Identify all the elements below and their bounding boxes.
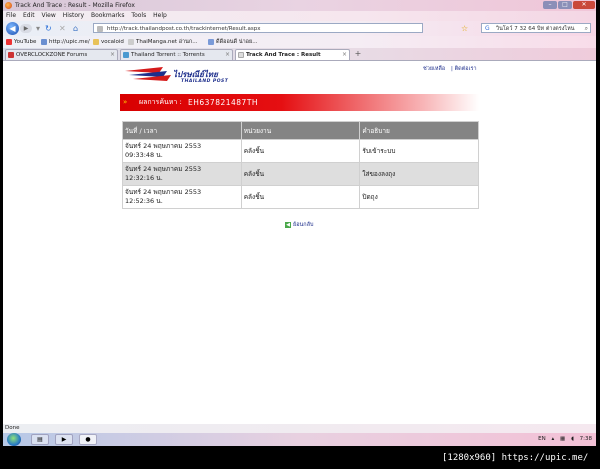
network-icon[interactable]: ▦ xyxy=(560,436,565,442)
tab-overclockzone[interactable]: OVERCLOCKZONE Forums × xyxy=(5,49,118,60)
menu-bookmarks[interactable]: Bookmarks xyxy=(91,12,125,19)
menu-tools[interactable]: Tools xyxy=(131,12,146,19)
back-link[interactable]: ◀ ย้อนกลับ xyxy=(285,221,313,229)
bookmark-thaimanga[interactable]: ThaiManga.net อ่านก... xyxy=(128,36,197,48)
bookmark-upic[interactable]: http://upic.me/ xyxy=(41,36,90,48)
taskbar: ▤ ▶ ● EN ▴ ▦ ◖ 7:38 xyxy=(3,433,596,446)
cell-office: คลังชิ้น xyxy=(240,162,361,186)
tab-close-icon[interactable]: × xyxy=(110,50,115,60)
browser-window: Track And Trace : Result - Mozilla Firef… xyxy=(3,0,596,446)
language-indicator[interactable]: EN xyxy=(538,436,546,442)
menu-help[interactable]: Help xyxy=(153,12,167,19)
cell-datetime: จันทร์ 24 พฤษภาคม 2553 12:52:36 น. xyxy=(122,185,242,209)
close-window-button[interactable]: ✕ xyxy=(573,1,595,9)
bookmark-star-icon[interactable]: ☆ xyxy=(461,24,468,33)
title-bar: Track And Trace : Result - Mozilla Firef… xyxy=(3,0,596,11)
cell-office: คลังชิ้น xyxy=(240,185,361,209)
page-icon xyxy=(128,38,134,45)
cell-datetime: จันทร์ 24 พฤษภาคม 2553 12:32:16 น. xyxy=(122,162,242,186)
menu-view[interactable]: View xyxy=(42,12,56,19)
upic-icon xyxy=(41,38,47,45)
result-header-bar: » ผลการค้นหา : EH637821487TH xyxy=(120,94,479,111)
firefox-icon xyxy=(5,2,12,9)
google-icon: G xyxy=(485,25,490,32)
help-link[interactable]: ช่วยเหลือ xyxy=(423,66,445,72)
site-icon xyxy=(8,52,14,58)
site-icon xyxy=(123,52,129,58)
menu-file[interactable]: File xyxy=(6,12,16,19)
url-input[interactable]: http://track.thailandpost.co.th/trackint… xyxy=(93,23,423,33)
forward-button[interactable]: ▶ xyxy=(20,24,32,33)
window-title: Track And Trace : Result - Mozilla Firef… xyxy=(15,2,135,9)
search-text: วินโดว์ 7 32 64 บิท ต่างตรงไหน xyxy=(496,26,575,32)
page-content: ไปรษณีย์ไทย THAILAND POST ช่วยเหลือ | ติ… xyxy=(3,61,596,424)
bookmark-youtube[interactable]: YouTube xyxy=(6,36,36,48)
tracking-number: EH637821487TH xyxy=(188,98,259,107)
table-row: จันทร์ 24 พฤษภาคม 2553 12:32:16 น. คลังชิ… xyxy=(122,162,479,186)
tab-bar: OVERCLOCKZONE Forums × Thailand Torrent … xyxy=(3,48,596,61)
dropdown-icon[interactable]: ▾ xyxy=(36,24,40,33)
status-text: Done xyxy=(5,425,20,431)
explorer-taskbar-icon[interactable]: ▤ xyxy=(31,434,49,445)
bookmarks-toolbar: YouTube http://upic.me/ vocaloid ThaiMan… xyxy=(3,36,596,48)
folder-icon xyxy=(93,38,99,45)
tab-close-icon[interactable]: × xyxy=(225,50,230,60)
new-tab-button[interactable]: + xyxy=(353,49,363,59)
home-icon[interactable]: ⌂ xyxy=(73,24,78,33)
navigation-toolbar: ◀ ▶ ▾ ↻ ✕ ⌂ http://track.thailandpost.co… xyxy=(3,21,596,36)
minimize-button[interactable]: – xyxy=(543,1,557,9)
tab-track-and-trace[interactable]: Track And Trace : Result × xyxy=(235,49,350,60)
reload-icon[interactable]: ↻ xyxy=(45,24,52,33)
tray-arrow-icon[interactable]: ▴ xyxy=(552,436,555,442)
maximize-button[interactable]: □ xyxy=(558,1,572,9)
system-tray: EN ▴ ▦ ◖ 7:38 xyxy=(534,433,592,446)
search-magnifier-icon[interactable]: ⌕ xyxy=(585,24,588,32)
firefox-taskbar-icon[interactable]: ● xyxy=(79,434,97,445)
start-button[interactable] xyxy=(7,433,21,446)
column-header-description: คำอธิบาย xyxy=(359,121,479,140)
watermark: [1280x960] https://upic.me/ xyxy=(442,453,589,463)
contact-link[interactable]: | ติดต่อเรา xyxy=(451,66,477,72)
site-icon xyxy=(97,26,103,32)
cell-description: ปิดถุง xyxy=(359,185,479,209)
column-header-datetime: วันที่ / เวลา xyxy=(122,121,242,140)
page-icon xyxy=(238,52,244,58)
tab-thailand-torrent[interactable]: Thailand Torrent :: Torrents × xyxy=(120,49,233,60)
logo-subtitle: THAILAND POST xyxy=(181,79,229,84)
volume-icon[interactable]: ◖ xyxy=(571,436,574,442)
search-result-label: ผลการค้นหา : xyxy=(139,98,182,106)
table-row: จันทร์ 24 พฤษภาคม 2553 12:52:36 น. คลังชิ… xyxy=(122,185,479,209)
top-links: ช่วยเหลือ | ติดต่อเรา xyxy=(423,65,481,73)
back-arrow-icon: ◀ xyxy=(285,221,291,228)
back-button[interactable]: ◀ xyxy=(6,22,19,35)
clock[interactable]: 7:38 xyxy=(580,436,592,442)
search-input[interactable]: G วินโดว์ 7 32 64 บิท ต่างตรงไหน ⌕ xyxy=(481,23,591,33)
url-text: http://track.thailandpost.co.th/trackint… xyxy=(107,26,261,32)
media-player-taskbar-icon[interactable]: ▶ xyxy=(55,434,73,445)
bookmark-dd[interactable]: ดีดีออนดี น่าอย... xyxy=(208,36,257,48)
cell-datetime: จันทร์ 24 พฤษภาคม 2553 09:33:48 น. xyxy=(122,139,242,163)
double-arrow-icon: » xyxy=(123,98,128,106)
status-bar: Done xyxy=(3,424,596,433)
menu-bar: File Edit View History Bookmarks Tools H… xyxy=(3,11,596,21)
tab-close-icon[interactable]: × xyxy=(342,50,347,60)
menu-edit[interactable]: Edit xyxy=(23,12,35,19)
table-row: จันทร์ 24 พฤษภาคม 2553 09:33:48 น. คลังชิ… xyxy=(122,139,479,163)
bookmark-vocaloid[interactable]: vocaloid xyxy=(93,36,124,48)
column-header-office: หน่วยงาน xyxy=(240,121,361,140)
youtube-icon xyxy=(6,38,12,45)
cell-office: คลังชิ้น xyxy=(240,139,361,163)
tracking-results-table: วันที่ / เวลา หน่วยงาน คำอธิบาย จันทร์ 2… xyxy=(122,121,479,209)
table-header-row: วันที่ / เวลา หน่วยงาน คำอธิบาย xyxy=(122,121,479,140)
page-icon xyxy=(208,38,214,45)
cell-description: ใส่ของลงถุง xyxy=(359,162,479,186)
cell-description: รับเข้าระบบ xyxy=(359,139,479,163)
menu-history[interactable]: History xyxy=(63,12,84,19)
stop-icon[interactable]: ✕ xyxy=(59,24,66,33)
